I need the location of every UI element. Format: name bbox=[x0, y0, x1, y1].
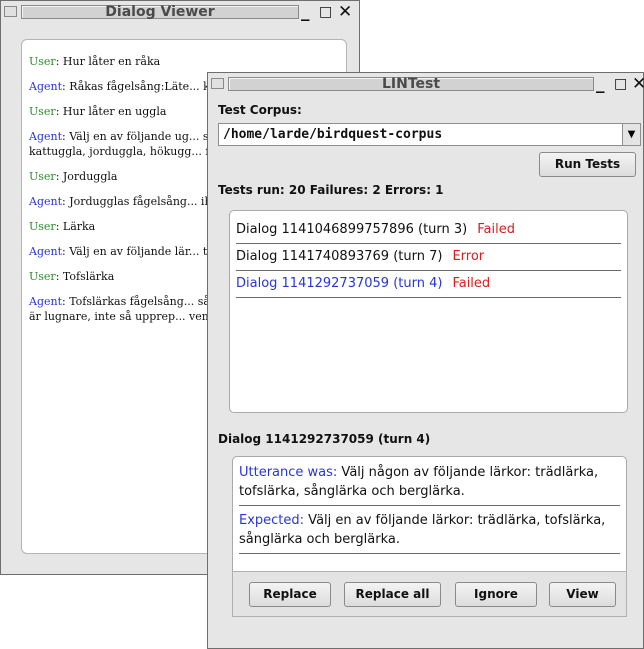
expected-text: Expected: Välj en av följande lärkor: tr… bbox=[239, 511, 620, 549]
replace-button[interactable]: Replace bbox=[249, 582, 331, 607]
result-row[interactable]: Dialog 1141046899757896 (turn 3) Failed bbox=[236, 217, 621, 244]
dropdown-arrow-icon[interactable]: ▼ bbox=[622, 124, 640, 145]
message-text: : Hur låter en uggla bbox=[55, 105, 167, 118]
message-text: : Tofslärka bbox=[55, 270, 115, 283]
detail-panel: Utterance was: Välj någon av följande lä… bbox=[232, 456, 627, 577]
message-text: : Lärka bbox=[55, 220, 96, 233]
speaker-label: Agent bbox=[29, 195, 62, 208]
corpus-label: Test Corpus: bbox=[218, 103, 302, 117]
result-row[interactable]: Dialog 1141292737059 (turn 4) Failed bbox=[236, 271, 621, 298]
divider bbox=[239, 553, 620, 554]
results-list[interactable]: Dialog 1141046899757896 (turn 3) Failed Di… bbox=[229, 210, 628, 413]
title-box: Dialog Viewer bbox=[21, 5, 299, 19]
maximize-icon[interactable]: □ bbox=[319, 3, 332, 21]
speaker-label: Agent bbox=[29, 295, 62, 308]
speaker-label: User bbox=[29, 55, 56, 68]
maximize-icon[interactable]: □ bbox=[614, 75, 627, 93]
minimize-icon[interactable]: _ bbox=[596, 75, 605, 93]
speaker-label: User bbox=[29, 170, 56, 183]
dialog-viewer-titlebar[interactable]: Dialog Viewer _ □ ✕ bbox=[1, 1, 359, 23]
minimize-icon[interactable]: _ bbox=[301, 3, 310, 21]
close-icon[interactable]: ✕ bbox=[338, 3, 352, 21]
speaker-label: User bbox=[29, 105, 56, 118]
divider bbox=[239, 505, 620, 506]
replace-all-button[interactable]: Replace all bbox=[344, 582, 441, 607]
expected-label: Expected: bbox=[239, 513, 305, 528]
lintest-titlebar[interactable]: LINTest _ □ ✕ bbox=[208, 73, 644, 95]
result-name: Dialog 1141292737059 (turn 4) bbox=[236, 276, 443, 291]
close-icon[interactable]: ✕ bbox=[632, 75, 644, 93]
result-status: Error bbox=[452, 249, 485, 264]
message-text: : Hur låter en råka bbox=[55, 55, 161, 68]
speaker-label: Agent bbox=[29, 130, 62, 143]
window-title: LINTest bbox=[381, 76, 441, 92]
lintest-window: LINTest _ □ ✕ Test Corpus: /home/larde/b… bbox=[207, 72, 644, 649]
message-text: : Jorduggla bbox=[55, 170, 118, 183]
speaker-label: User bbox=[29, 220, 56, 233]
speaker-label: Agent bbox=[29, 245, 62, 258]
detail-title: Dialog 1141292737059 (turn 4) bbox=[218, 432, 431, 446]
title-box: LINTest bbox=[228, 77, 594, 91]
utterance-text: Utterance was: Välj någon av följande lä… bbox=[239, 463, 620, 501]
result-name: Dialog 1141740893769 (turn 7) bbox=[236, 249, 443, 264]
result-name: Dialog 1141046899757896 (turn 3) bbox=[236, 222, 468, 237]
window-menu-icon[interactable] bbox=[4, 6, 17, 17]
result-status: Failed bbox=[452, 276, 491, 291]
speaker-label: User bbox=[29, 270, 56, 283]
view-button[interactable]: View bbox=[549, 582, 616, 607]
result-row[interactable]: Dialog 1141740893769 (turn 7) Error bbox=[236, 244, 621, 271]
window-menu-icon[interactable] bbox=[211, 78, 224, 89]
message: User: Hur låter en råka bbox=[29, 54, 346, 69]
test-summary: Tests run: 20 Failures: 2 Errors: 1 bbox=[218, 183, 444, 197]
corpus-path-value[interactable]: /home/larde/birdquest-corpus bbox=[223, 127, 442, 142]
window-title: Dialog Viewer bbox=[105, 4, 215, 20]
run-tests-button[interactable]: Run Tests bbox=[539, 152, 636, 177]
corpus-combobox[interactable]: /home/larde/birdquest-corpus ▼ bbox=[218, 123, 641, 146]
result-status: Failed bbox=[477, 222, 515, 237]
ignore-button[interactable]: Ignore bbox=[455, 582, 537, 607]
speaker-label: Agent bbox=[29, 80, 62, 93]
utterance-label: Utterance was: bbox=[239, 465, 338, 480]
action-button-bar: Replace Replace all Ignore View bbox=[232, 571, 627, 617]
